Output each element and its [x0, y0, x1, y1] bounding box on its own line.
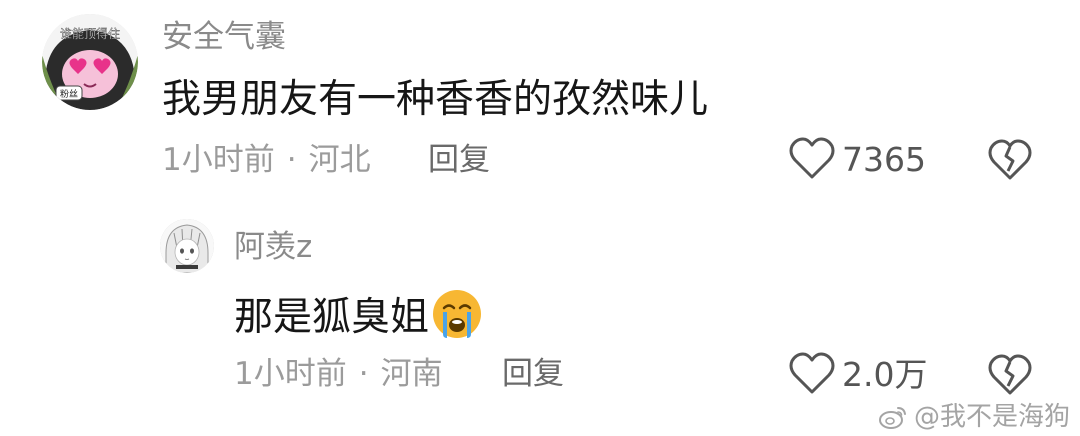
avatar-badge-text: 粉丝 — [60, 88, 78, 100]
watermark: @我不是海狗 — [878, 404, 1070, 430]
comment-reply-button[interactable]: 回复 — [428, 145, 490, 176]
comment-location: 河北 — [308, 142, 371, 178]
commenter-username[interactable]: 安全气囊 — [162, 22, 286, 53]
reply-text: 那是狐臭姐 — [234, 295, 430, 340]
reply-time: 1小时前 — [234, 356, 347, 392]
heart-icon — [789, 137, 835, 179]
reply-like-button[interactable]: 2.0万 — [788, 352, 927, 396]
loudly-crying-face-icon — [431, 288, 483, 340]
comment-time: 1小时前 — [162, 142, 275, 178]
avatar-image — [160, 219, 214, 273]
broken-heart-icon — [988, 139, 1032, 180]
commenter-avatar[interactable]: 粉丝 谁能顶得住 — [42, 14, 138, 110]
watermark-text: @我不是海狗 — [913, 402, 1070, 432]
avatar-overlay-text: 谁能顶得住 — [60, 26, 120, 41]
broken-heart-icon — [988, 354, 1032, 395]
comment-like-button[interactable]: 7365 — [788, 137, 926, 181]
reply-text-line: 那是狐臭姐 — [234, 288, 483, 340]
reply-meta: 1小时前 · 河南 — [234, 359, 443, 390]
reply-reply-button[interactable]: 回复 — [502, 359, 564, 390]
comment-meta: 1小时前 · 河北 — [162, 145, 371, 176]
reply-like-count: 2.0万 — [842, 354, 928, 394]
comment-text: 我男朋友有一种香香的孜然味儿 — [162, 77, 709, 122]
avatar-image: 粉丝 谁能顶得住 — [42, 14, 138, 110]
comment-dislike-button[interactable] — [988, 138, 1032, 182]
comment-thread: 粉丝 谁能顶得住 安全气囊 我男朋友有一种香香的孜然味儿 1小时前 · 河北 回复 … — [0, 0, 1080, 436]
reply-dislike-button[interactable] — [988, 353, 1032, 397]
reply-location: 河南 — [380, 356, 443, 392]
replier-avatar[interactable] — [160, 219, 214, 273]
meta-separator: · — [286, 142, 297, 178]
heart-icon — [789, 352, 835, 394]
comment-like-count: 7365 — [842, 139, 926, 179]
weibo-icon — [878, 407, 906, 429]
replier-username[interactable]: 阿羡z — [234, 232, 312, 263]
meta-separator: · — [358, 356, 369, 392]
